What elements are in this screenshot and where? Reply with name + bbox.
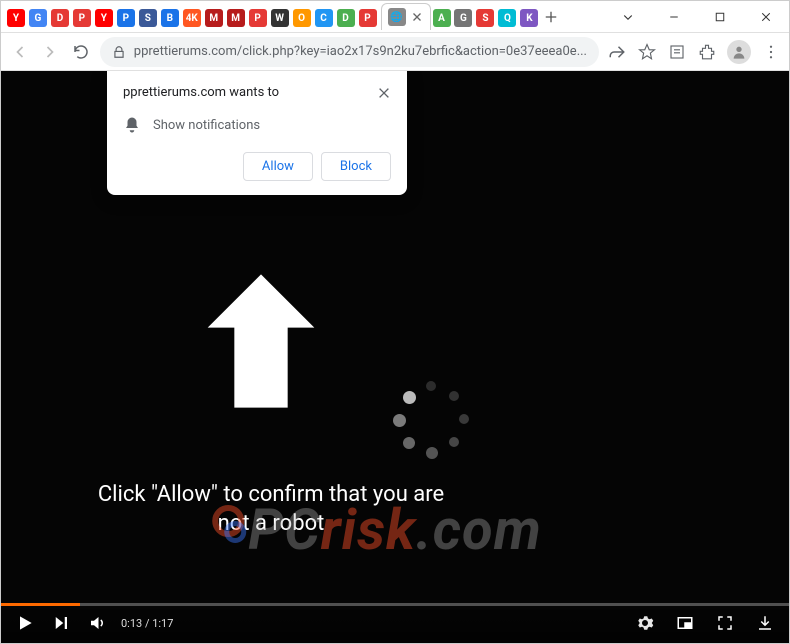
tab-favicon[interactable]: Y: [7, 9, 25, 27]
tab-favicon[interactable]: S: [476, 9, 494, 27]
window-controls: [605, 1, 789, 33]
titlebar: Y G D P Y P S B 4K M M P W O C D P 🌐 A G…: [1, 1, 789, 33]
browser-window: Y G D P Y P S B 4K M M P W O C D P 🌐 A G…: [0, 0, 790, 644]
tab-favicon[interactable]: A: [433, 9, 451, 27]
url-text: pprettierums.com/click.php?key=iao2x17s9…: [134, 44, 587, 59]
minimize-button[interactable]: [651, 1, 697, 33]
active-tab[interactable]: 🌐: [381, 3, 431, 30]
tab-favicon[interactable]: M: [205, 9, 223, 27]
loading-spinner: [391, 381, 471, 461]
close-window-button[interactable]: [743, 1, 789, 33]
block-button[interactable]: Block: [321, 152, 391, 181]
play-button[interactable]: [13, 611, 37, 635]
tab-favicon[interactable]: W: [271, 9, 289, 27]
tab-favicon[interactable]: C: [315, 9, 333, 27]
address-bar[interactable]: pprettierums.com/click.php?key=iao2x17s9…: [100, 37, 599, 67]
tab-favicon[interactable]: Y: [95, 9, 113, 27]
popup-body-text: Show notifications: [153, 118, 260, 133]
chevron-down-icon[interactable]: [605, 1, 651, 33]
back-button[interactable]: [9, 38, 31, 66]
tab-favicon[interactable]: P: [249, 9, 267, 27]
globe-icon: 🌐: [388, 8, 406, 26]
tab-favicon[interactable]: Q: [498, 9, 516, 27]
reload-button[interactable]: [70, 38, 92, 66]
popup-title: pprettierums.com wants to: [123, 85, 279, 100]
tab-favicon[interactable]: G: [454, 9, 472, 27]
tab-favicon[interactable]: B: [161, 9, 179, 27]
bell-icon: [123, 116, 141, 134]
toolbar: pprettierums.com/click.php?key=iao2x17s9…: [1, 33, 789, 71]
close-icon[interactable]: [377, 85, 391, 104]
reading-list-icon[interactable]: [667, 42, 687, 62]
download-icon[interactable]: [753, 611, 777, 635]
video-controls: 0:13 / 1:17: [1, 603, 789, 643]
tab-favicon[interactable]: O: [293, 9, 311, 27]
tab-favicon[interactable]: D: [337, 9, 355, 27]
video-time: 0:13 / 1:17: [121, 617, 173, 630]
maximize-button[interactable]: [697, 1, 743, 33]
profile-avatar[interactable]: [727, 40, 751, 64]
bookmark-icon[interactable]: [637, 42, 657, 62]
tab-strip: Y G D P Y P S B 4K M M P W O C D P 🌐 A G…: [1, 3, 605, 30]
allow-button[interactable]: Allow: [243, 152, 313, 181]
tab-favicon[interactable]: 4K: [183, 9, 201, 27]
tab-favicon[interactable]: P: [73, 9, 91, 27]
tab-favicon[interactable]: K: [520, 9, 538, 27]
pip-icon[interactable]: [673, 611, 697, 635]
new-tab-button[interactable]: [540, 6, 562, 28]
extensions-icon[interactable]: [697, 42, 717, 62]
tab-favicon[interactable]: S: [139, 9, 157, 27]
settings-icon[interactable]: [633, 611, 657, 635]
arrow-up-icon: [191, 261, 331, 425]
tab-favicon[interactable]: P: [359, 9, 377, 27]
close-tab-icon[interactable]: [410, 10, 424, 24]
tab-favicon[interactable]: D: [51, 9, 69, 27]
tab-favicon[interactable]: M: [227, 9, 245, 27]
lock-icon: [112, 45, 126, 59]
toolbar-actions: [607, 40, 781, 64]
next-button[interactable]: [49, 611, 73, 635]
tab-favicon[interactable]: G: [29, 9, 47, 27]
menu-icon[interactable]: [761, 42, 781, 62]
volume-icon[interactable]: [85, 611, 109, 635]
forward-button[interactable]: [39, 38, 61, 66]
fullscreen-icon[interactable]: [713, 611, 737, 635]
instruction-text: Click "Allow" to confirm that you are no…: [81, 481, 461, 538]
tab-favicon[interactable]: P: [117, 9, 135, 27]
notification-permission-popup: pprettierums.com wants to Show notificat…: [107, 71, 407, 195]
share-icon[interactable]: [607, 42, 627, 62]
page-content: pprettierums.com wants to Show notificat…: [1, 71, 789, 643]
progress-bar[interactable]: [1, 603, 789, 606]
